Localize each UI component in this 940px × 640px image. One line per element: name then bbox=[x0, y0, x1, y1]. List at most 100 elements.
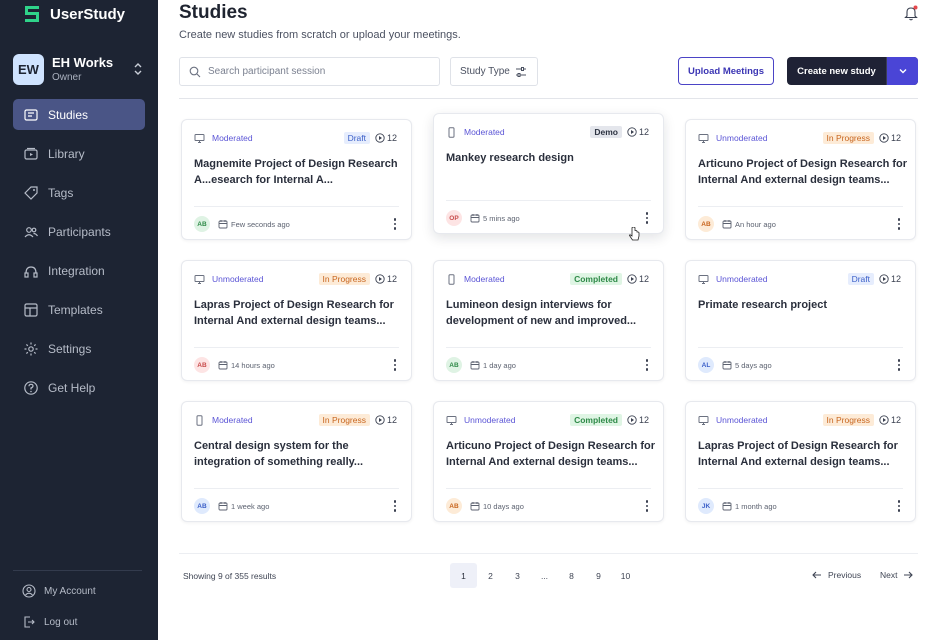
study-card[interactable]: Moderated In Progress 12 Central design sys… bbox=[181, 401, 412, 522]
page-button[interactable]: 1 bbox=[450, 563, 477, 588]
status-badge: Draft bbox=[343, 132, 370, 144]
page-title: Studies bbox=[179, 2, 248, 23]
study-type-label: Study Type bbox=[460, 66, 510, 77]
study-card[interactable]: Unmoderated In Progress 12 Articuno Project… bbox=[685, 119, 916, 240]
status-badge: Demo bbox=[590, 126, 622, 138]
calendar-icon bbox=[218, 361, 228, 370]
sidebar-nav: Studies Library Tags Participants Integratio… bbox=[13, 99, 145, 411]
study-title: Primate research project bbox=[698, 299, 828, 311]
study-card[interactable]: Unmoderated Draft 12 Primate research proje… bbox=[685, 260, 916, 381]
page-button[interactable]: 9 bbox=[585, 563, 612, 588]
sidebar-item-label: Get Help bbox=[48, 380, 96, 395]
search-input[interactable] bbox=[208, 66, 428, 77]
play-circle-icon bbox=[879, 133, 889, 143]
upload-meetings-button[interactable]: Upload Meetings bbox=[678, 57, 774, 85]
desktop-device-icon bbox=[698, 415, 709, 426]
page-ellipsis: ... bbox=[540, 570, 549, 581]
study-type-label: Unmoderated bbox=[212, 274, 264, 284]
session-count-value: 12 bbox=[890, 133, 901, 143]
play-circle-icon bbox=[879, 415, 889, 425]
library-icon bbox=[23, 146, 39, 162]
sidebar-item-templates[interactable]: Templates bbox=[13, 294, 145, 325]
desktop-device-icon bbox=[698, 133, 709, 144]
study-timestamp: 10 days ago bbox=[483, 501, 524, 511]
more-options-icon[interactable] bbox=[893, 217, 905, 231]
play-circle-icon bbox=[879, 274, 889, 284]
more-options-icon[interactable] bbox=[893, 499, 905, 513]
more-options-icon[interactable] bbox=[893, 358, 905, 372]
study-type-filter[interactable]: Study Type bbox=[450, 57, 538, 86]
logo-icon bbox=[25, 6, 39, 22]
sidebar-item-library[interactable]: Library bbox=[13, 138, 145, 169]
status-badge: Completed bbox=[570, 414, 622, 426]
sidebar-item-tags[interactable]: Tags bbox=[13, 177, 145, 208]
status-badge: In Progress bbox=[822, 132, 874, 144]
calendar-icon bbox=[722, 361, 732, 370]
sidebar-item-label: Settings bbox=[48, 341, 92, 356]
calendar-icon bbox=[218, 502, 228, 511]
more-options-icon[interactable] bbox=[389, 217, 401, 231]
card-divider bbox=[446, 347, 651, 348]
search-icon bbox=[189, 66, 201, 77]
session-count-value: 12 bbox=[890, 415, 901, 425]
logout-link[interactable]: Log out bbox=[22, 615, 77, 629]
logout-icon bbox=[24, 616, 35, 628]
arrow-right-icon bbox=[904, 571, 914, 579]
workspace-switcher[interactable]: EW EH Works Owner bbox=[13, 52, 147, 86]
sidebar-item-label: Participants bbox=[48, 224, 111, 239]
page-button[interactable]: 2 bbox=[477, 563, 504, 588]
create-options-dropdown[interactable] bbox=[887, 57, 918, 85]
session-count-value: 12 bbox=[638, 415, 649, 425]
page-button[interactable]: 8 bbox=[558, 563, 585, 588]
page-button[interactable]: 10 bbox=[612, 563, 639, 588]
study-card[interactable]: Moderated Draft 12 Magnemite Project of Des… bbox=[181, 119, 412, 240]
search-box[interactable] bbox=[179, 57, 440, 86]
avatar: AL bbox=[698, 357, 714, 373]
more-options-icon[interactable] bbox=[641, 499, 653, 513]
pagination-divider bbox=[179, 553, 918, 554]
status-badge: In Progress bbox=[318, 414, 370, 426]
more-options-icon[interactable] bbox=[641, 358, 653, 372]
sidebar-item-integration[interactable]: Integration bbox=[13, 255, 145, 286]
my-account-link[interactable]: My Account bbox=[22, 584, 96, 598]
chevron-updown-icon bbox=[134, 63, 142, 75]
next-page-button[interactable]: Next bbox=[880, 570, 914, 580]
studies-icon bbox=[23, 107, 39, 123]
app-logo[interactable]: UserStudy bbox=[22, 4, 125, 24]
status-badge: Draft bbox=[847, 273, 874, 285]
study-title: Mankey research design bbox=[446, 152, 574, 164]
sidebar-item-studies[interactable]: Studies bbox=[13, 99, 145, 130]
study-type-label: Moderated bbox=[212, 133, 253, 143]
notification-bell-icon[interactable] bbox=[902, 4, 920, 22]
sidebar-divider bbox=[13, 570, 142, 571]
sidebar-item-participants[interactable]: Participants bbox=[13, 216, 145, 247]
play-circle-icon bbox=[375, 133, 385, 143]
create-study-button-group: Create new study bbox=[787, 57, 918, 85]
play-circle-icon bbox=[627, 274, 637, 284]
more-options-icon[interactable] bbox=[641, 211, 653, 225]
more-options-icon[interactable] bbox=[389, 358, 401, 372]
study-timestamp: 1 month ago bbox=[735, 501, 777, 511]
previous-page-button[interactable]: Previous bbox=[812, 570, 861, 580]
page-button[interactable]: 3 bbox=[504, 563, 531, 588]
study-title: Lapras Project of Design Research for In… bbox=[194, 299, 394, 327]
card-divider bbox=[698, 347, 903, 348]
play-circle-icon bbox=[375, 415, 385, 425]
study-card[interactable]: Unmoderated In Progress 12 Lapras Project o… bbox=[181, 260, 412, 381]
sidebar-item-settings[interactable]: Settings bbox=[13, 333, 145, 364]
workspace-role: Owner bbox=[52, 72, 82, 83]
play-circle-icon bbox=[627, 415, 637, 425]
session-count-value: 12 bbox=[386, 415, 397, 425]
study-card[interactable]: Unmoderated Completed 12 Articuno Project o… bbox=[433, 401, 664, 522]
study-card[interactable]: Unmoderated In Progress 12 Lapras Project o… bbox=[685, 401, 916, 522]
card-divider bbox=[698, 488, 903, 489]
more-options-icon[interactable] bbox=[389, 499, 401, 513]
help-icon bbox=[23, 380, 39, 396]
sidebar-item-get-help[interactable]: Get Help bbox=[13, 372, 145, 403]
calendar-icon bbox=[218, 220, 228, 229]
study-card[interactable]: Moderated Completed 12 Lumineon design inte… bbox=[433, 260, 664, 381]
create-new-study-button[interactable]: Create new study bbox=[787, 57, 887, 85]
study-type-label: Moderated bbox=[464, 127, 505, 137]
study-card[interactable]: Moderated Demo 12 Mankey research design OP 5… bbox=[433, 113, 664, 234]
session-count: 12 bbox=[627, 274, 649, 284]
